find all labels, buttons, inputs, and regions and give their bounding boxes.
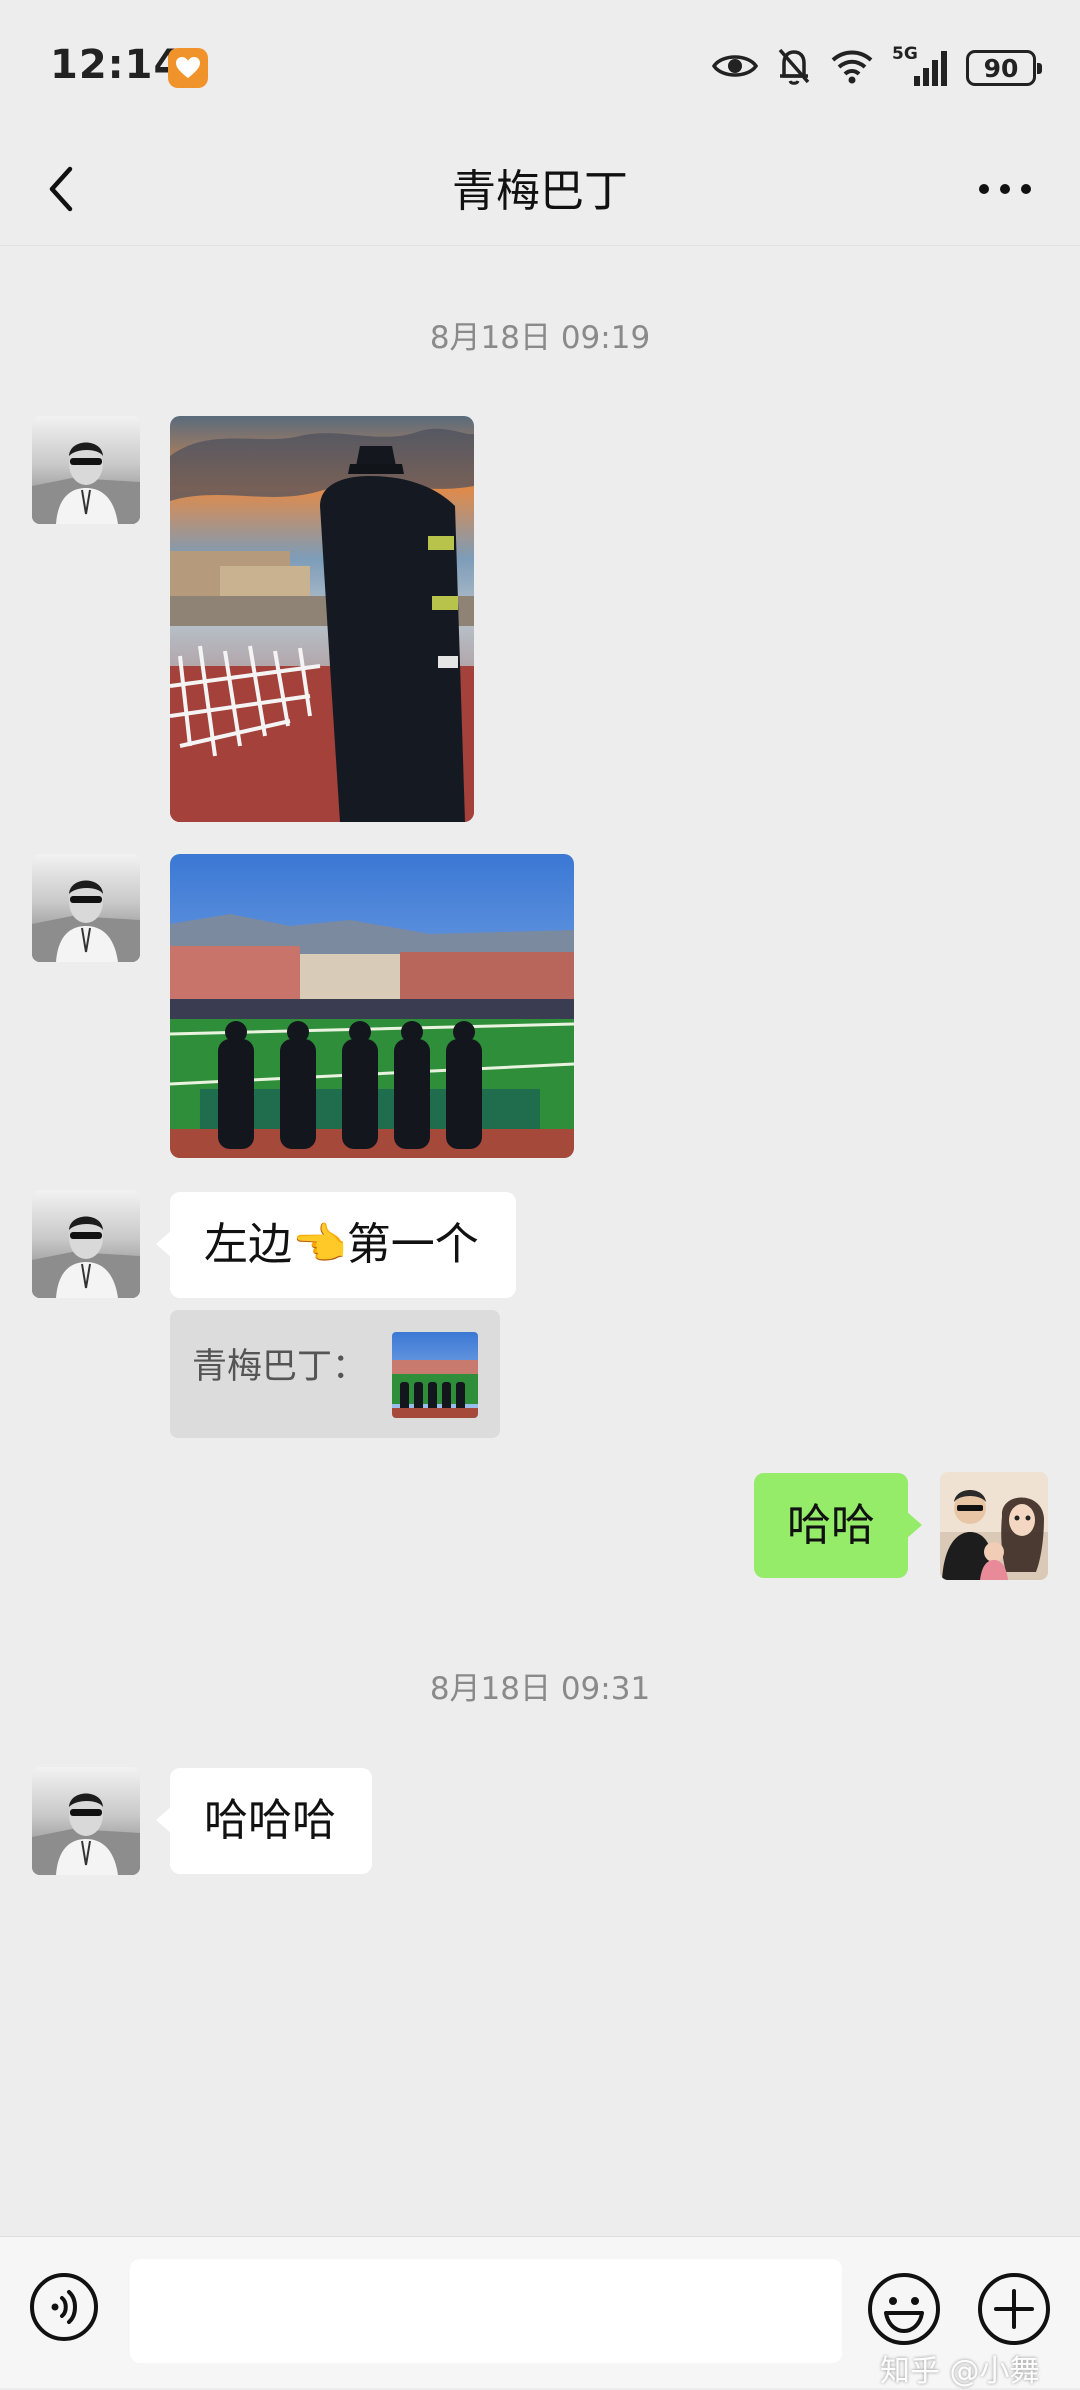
chat-image-guard-sunset[interactable]	[170, 416, 474, 822]
plus-icon	[978, 2273, 1050, 2345]
chat-title: 青梅巴丁	[452, 166, 628, 217]
contact-avatar[interactable]	[32, 1767, 140, 1875]
message-timestamp: 8月18日 09:31	[429, 1671, 651, 1707]
more-options-button[interactable]	[970, 159, 1040, 219]
message-input[interactable]	[130, 2259, 842, 2363]
smiley-icon	[868, 2273, 940, 2345]
voice-icon	[30, 2273, 98, 2341]
quote-thumbnail	[392, 1332, 478, 1418]
contact-avatar[interactable]	[32, 854, 140, 962]
status-time: 12:14	[50, 42, 183, 88]
message-text: 哈哈	[787, 1499, 875, 1551]
message-text: 哈哈哈	[204, 1795, 336, 1846]
cellular-signal-icon: 5G	[892, 44, 948, 88]
heart-app-icon	[168, 48, 208, 88]
incoming-message-bubble[interactable]: 哈哈哈	[156, 1768, 372, 1874]
chat-header: 青梅巴丁	[0, 135, 1080, 246]
status-bar: 12:14 5G 90	[0, 0, 1080, 135]
contact-avatar[interactable]	[32, 416, 140, 524]
mute-bell-icon	[776, 46, 812, 90]
emoji-button[interactable]	[866, 2271, 942, 2347]
chat-image-guards-field[interactable]	[170, 854, 574, 1158]
watermark: 知乎 @小舞	[880, 2354, 1040, 2389]
contact-avatar[interactable]	[32, 1190, 140, 1298]
incoming-message-bubble[interactable]: 左边👈第一个	[156, 1192, 516, 1298]
message-timestamp: 8月18日 09:19	[429, 320, 651, 356]
eye-icon	[711, 51, 759, 85]
quoted-message[interactable]: 青梅巴丁：	[170, 1310, 500, 1438]
outgoing-message-bubble[interactable]: 哈哈	[754, 1473, 922, 1578]
message-text: 左边👈第一个	[204, 1219, 479, 1270]
status-icons: 5G 90	[711, 44, 1042, 90]
more-dots-icon	[979, 184, 1031, 194]
quote-sender: 青梅巴丁：	[192, 1347, 368, 1387]
voice-input-button[interactable]	[28, 2271, 100, 2343]
battery-icon: 90	[966, 50, 1042, 86]
wifi-icon	[830, 48, 874, 88]
more-functions-button[interactable]	[976, 2271, 1052, 2347]
my-avatar[interactable]	[940, 1472, 1048, 1580]
